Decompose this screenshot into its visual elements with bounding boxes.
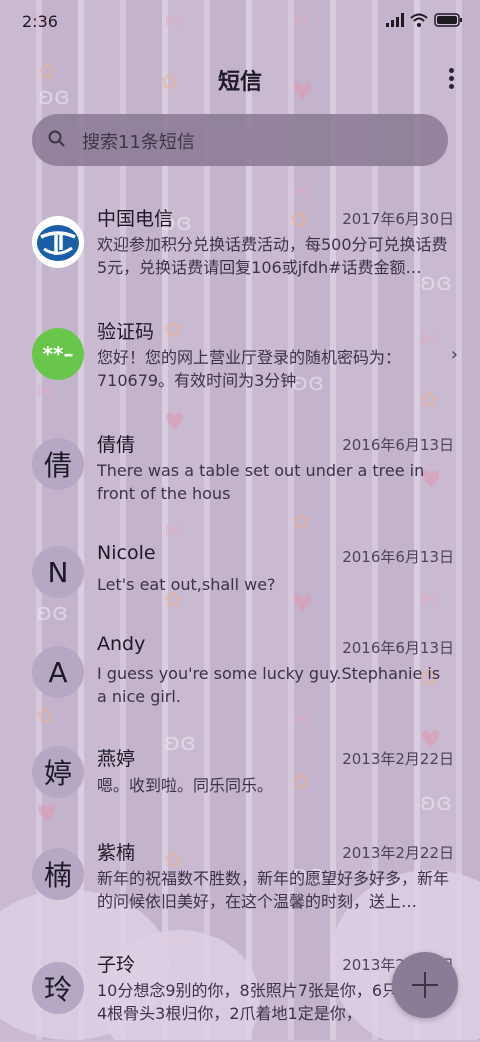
avatar: 婷 <box>32 746 84 798</box>
conversation-item[interactable]: A Andy 2016年6月13日 I guess you're some lu… <box>0 618 480 728</box>
contact-name: 子玲 <box>97 954 136 976</box>
message-date: 2016年6月13日 <box>342 639 454 657</box>
contact-name: 燕婷 <box>97 748 136 770</box>
avatar-initial: A <box>48 655 68 689</box>
conversation-item[interactable]: 中国电信 2017年6月30日 欢迎参加积分兑换话费活动，每500分可兑换话费5… <box>0 186 480 294</box>
message-preview: 您好！您的网上营业厅登录的随机密码为：710679。有效时间为3分钟 <box>97 348 402 390</box>
contact-name: Nicole <box>97 542 156 564</box>
message-preview: 嗯。收到啦。同乐同乐。 <box>97 776 274 795</box>
avatar-initial: 倩 <box>43 449 72 482</box>
app-header: 短信 <box>0 50 480 106</box>
contact-name: Andy <box>97 633 146 655</box>
message-date: 2016年6月13日 <box>342 436 454 454</box>
message-preview: There was a table set out under a tree i… <box>97 461 425 503</box>
avatar-initial: 楠 <box>43 859 72 892</box>
message-date: 2017年6月30日 <box>342 210 454 228</box>
contact-name: 验证码 <box>97 321 155 343</box>
avatar: 玲 <box>32 962 84 1014</box>
search-input[interactable]: 搜索11条短信 <box>32 114 448 166</box>
conversation-item[interactable]: N Nicole 2016年6月13日 Let's eat out,shall … <box>0 518 480 618</box>
message-date: 2013年2月22日 <box>342 750 454 768</box>
avatar: N <box>32 546 84 598</box>
conversation-item[interactable]: 婷 燕婷 2013年2月22日 嗯。收到啦。同乐同乐。 <box>0 728 480 824</box>
verification-code-avatar: **– <box>32 328 84 380</box>
message-date: 2016年6月13日 <box>342 548 454 566</box>
status-bar: 2:36 <box>0 0 480 44</box>
contact-name: 中国电信 <box>97 208 174 230</box>
avatar-initial: N <box>47 555 69 589</box>
status-time: 2:36 <box>22 12 58 31</box>
conversation-item[interactable]: 楠 紫楠 2013年2月22日 新年的祝福数不胜数，新年的愿望好多好多，新年的问… <box>0 824 480 938</box>
conversation-item[interactable]: **– 验证码 您好！您的网上营业厅登录的随机密码为：710679。有效时间为3… <box>0 294 480 406</box>
avatar-initial: 婷 <box>43 757 72 790</box>
china-telecom-logo-icon <box>32 216 84 268</box>
avatar: 倩 <box>32 438 84 490</box>
contact-name: 紫楠 <box>97 842 136 864</box>
message-date: 2013年2月22日 <box>342 844 454 862</box>
conversation-item[interactable]: 倩 倩倩 2016年6月13日 There was a table set ou… <box>0 406 480 518</box>
avatar-initial: 玲 <box>43 973 72 1006</box>
avatar-initial: **– <box>42 342 74 366</box>
message-preview: 欢迎参加积分兑换话费活动，每500分可兑换话费5元，兑换话费请回复106或jfd… <box>97 235 448 277</box>
message-preview: 新年的祝福数不胜数，新年的愿望好多好多，新年的问候依旧美好，在这个温馨的时刻，送… <box>97 869 450 911</box>
chevron-right-icon[interactable]: › <box>451 344 458 365</box>
page-title: 短信 <box>217 70 262 95</box>
avatar: 楠 <box>32 848 84 900</box>
battery-icon <box>434 12 462 31</box>
wifi-icon <box>410 12 428 31</box>
compose-button[interactable] <box>392 952 458 1018</box>
message-preview: Let's eat out,shall we? <box>97 575 276 594</box>
avatar: A <box>32 646 84 698</box>
search-icon <box>48 130 66 152</box>
signal-icon <box>386 12 404 31</box>
search-placeholder: 搜索11条短信 <box>82 132 195 153</box>
message-preview: I guess you're some lucky guy.Stephanie … <box>97 664 441 706</box>
china-telecom-logo-avatar <box>32 216 84 268</box>
more-vertical-icon[interactable] <box>448 68 454 90</box>
status-icons <box>386 12 462 31</box>
contact-name: 倩倩 <box>97 434 136 456</box>
